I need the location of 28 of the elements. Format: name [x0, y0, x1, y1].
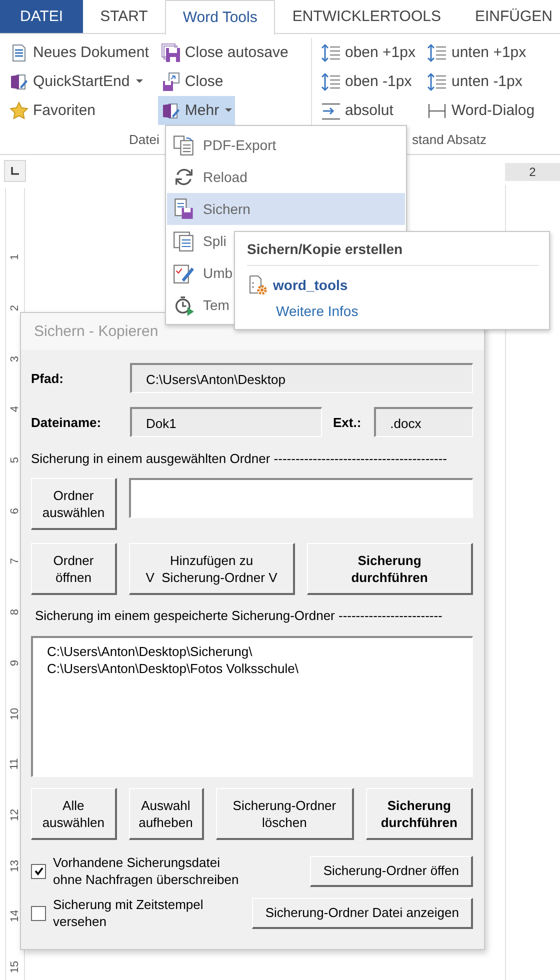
- ruler-number: 13: [9, 859, 21, 872]
- ruler-number: 10: [9, 707, 21, 720]
- ruler-number: 2: [9, 304, 21, 312]
- checkbox-label: Sicherung mit Zeitstempel versehen: [53, 896, 204, 930]
- section-heading: Sicherung in einem ausgewählten Ordner ----------------------------------------: [31, 451, 448, 466]
- dialog-title: Sichern - Kopieren: [34, 323, 158, 340]
- tooltip-title: Sichern/Kopie erstellen: [247, 241, 404, 257]
- ruler-number: 14: [9, 910, 21, 922]
- ruler-number: 3: [9, 356, 21, 362]
- ruler-number: 12: [9, 808, 21, 822]
- group-label: Datei: [129, 132, 160, 147]
- addin-name: word_tools: [273, 277, 348, 293]
- group-label: stand Absatz: [412, 132, 486, 147]
- ruler-number: 6: [9, 508, 21, 514]
- ruler-number: 9: [9, 660, 21, 666]
- ruler-number: 4: [9, 406, 21, 412]
- ruler-number: 5: [9, 457, 21, 464]
- ruler-number: 11: [9, 758, 21, 770]
- ruler-number: 15: [9, 960, 21, 974]
- ruler-number: 2: [529, 165, 536, 179]
- ruler-number: 8: [9, 609, 21, 616]
- field-label: Pfad:: [31, 370, 64, 386]
- checkbox-label: Vorhandene Sicherungsdatei ohne Nachfragen überschreiben: [53, 854, 240, 888]
- section-heading: Sicherung im einem gespeicherte Sicherung-Ordner ------------------------: [35, 608, 444, 623]
- ruler-number: 1: [9, 254, 21, 260]
- field-label: Ext.:: [333, 414, 362, 430]
- field-label: Dateiname:: [31, 414, 102, 430]
- ruler-number: 7: [9, 558, 21, 565]
